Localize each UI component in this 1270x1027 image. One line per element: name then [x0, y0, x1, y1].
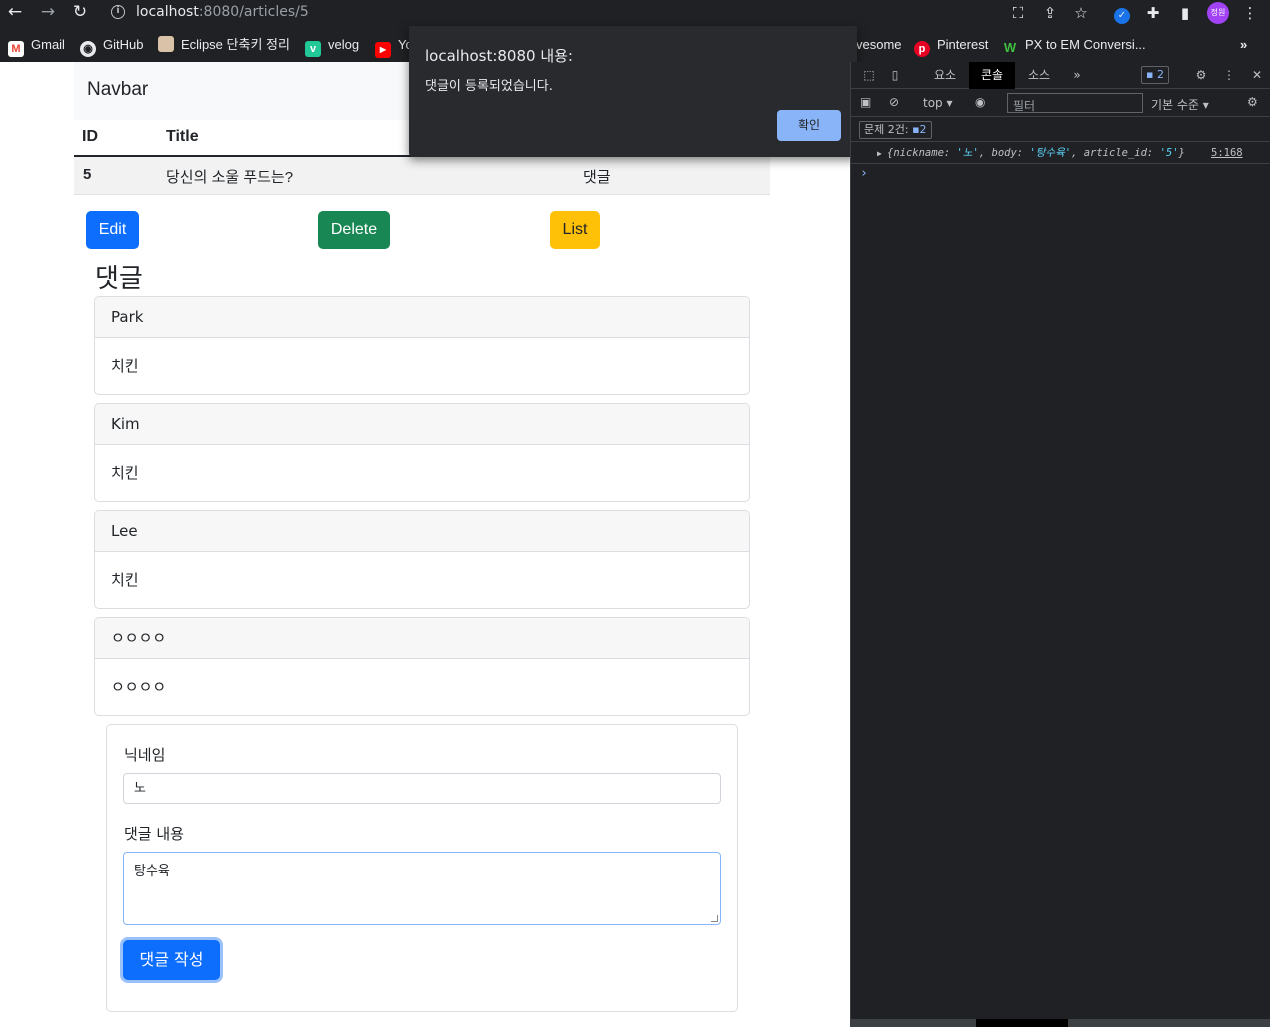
inspect-element-icon[interactable]: ⬚ — [859, 62, 879, 89]
comment-body: 치킨 — [111, 571, 139, 589]
submit-comment-button[interactable]: 댓글 작성 — [123, 940, 220, 980]
comment-nickname: ㅇㅇㅇㅇ — [95, 618, 749, 659]
tab-console[interactable]: 콘솔 — [969, 62, 1015, 89]
console-settings-gear-icon[interactable]: ⚙ — [1247, 95, 1258, 109]
console-filter-input[interactable]: 필터 — [1007, 93, 1143, 113]
comment-card: ㅇㅇㅇㅇ ㅇㅇㅇㅇ — [94, 617, 750, 716]
eclipse-icon — [158, 36, 174, 52]
youtube-icon: ▶ — [375, 42, 391, 58]
bookmark-github[interactable]: ◉ GitHub — [80, 35, 143, 57]
bookmark-fontawesome[interactable]: vesome — [856, 35, 902, 55]
table-row: 5 당신의 소울 푸드는? 댓글 — [74, 157, 770, 195]
body-label: 댓글 내용 — [124, 825, 184, 843]
context-select[interactable]: top ▾ — [923, 96, 953, 110]
extensions-puzzle-icon[interactable]: ✚ — [1143, 3, 1163, 23]
address-bar[interactable]: i localhost:8080/articles/5 — [103, 0, 1098, 24]
list-button[interactable]: List — [550, 211, 600, 249]
comment-card: Park 치킨 — [94, 296, 750, 395]
comment-card: Kim 치킨 — [94, 403, 750, 502]
close-devtools-icon[interactable]: ✕ — [1245, 62, 1269, 89]
bookmark-pinterest[interactable]: p Pinterest — [914, 35, 988, 57]
bookmark-eclipse[interactable]: Eclipse 단축키 정리 — [158, 35, 290, 55]
comment-body: 치킨 — [111, 357, 139, 375]
w-icon: W — [1003, 40, 1017, 55]
console-filter-placeholder: 필터 — [1013, 99, 1036, 113]
bookmark-youtube[interactable]: ▶ Yo — [375, 35, 413, 58]
comment-body: 치킨 — [111, 464, 139, 482]
issues-badge[interactable]: ▪ 2 — [1141, 66, 1169, 84]
site-info-icon[interactable]: i — [111, 5, 125, 19]
share-icon[interactable]: ⇪ — [1040, 3, 1060, 23]
gmail-icon: M — [8, 41, 24, 57]
delete-button[interactable]: Delete — [318, 211, 390, 249]
comment-form: 닉네임 노 댓글 내용 탕수육 댓글 작성 — [106, 724, 738, 1012]
resize-handle-icon[interactable] — [711, 915, 718, 922]
table-header-title: Title — [166, 128, 199, 145]
bookmark-px-to-em[interactable]: W PX to EM Conversi... — [1002, 35, 1146, 55]
console-log-entry[interactable]: ▶ {nickname: '노', body: '탕수육', article_i… — [851, 143, 1270, 164]
reload-icon[interactable]: ↻ — [69, 2, 91, 22]
issues-bar: 문제 2건: ▪2 — [851, 118, 1270, 142]
menu-kebab-icon[interactable]: ⋮ — [1240, 3, 1260, 23]
browser-toolbar: ← → ↻ i localhost:8080/articles/5 ⛶ ⇪ ☆ … — [0, 0, 1270, 26]
edit-button[interactable]: Edit — [86, 211, 139, 249]
issues-count-button[interactable]: 문제 2건: ▪2 — [859, 121, 932, 139]
bookmark-gmail[interactable]: M Gmail — [8, 35, 65, 57]
comment-body: ㅇㅇㅇㅇ — [111, 678, 167, 696]
comments-heading: 댓글 — [95, 264, 143, 294]
device-toolbar-icon[interactable]: ▯ — [885, 62, 905, 89]
github-icon: ◉ — [80, 41, 96, 57]
url-host: localhost — [136, 4, 199, 20]
star-icon[interactable]: ☆ — [1071, 3, 1091, 23]
clear-console-icon[interactable]: ⊘ — [889, 95, 899, 109]
page-viewport: Navbar ID Title 5 당신의 소울 푸드는? 댓글 Edit De… — [0, 62, 850, 1027]
bookmarks-bar-right: vesome p Pinterest W PX to EM Conversi... … — [850, 26, 1270, 62]
dialog-ok-button[interactable]: 확인 — [777, 110, 841, 141]
back-icon[interactable]: ← — [4, 2, 26, 22]
bookmark-velog[interactable]: v velog — [305, 35, 359, 57]
more-tabs-icon[interactable]: » — [1067, 62, 1087, 89]
alert-dialog: localhost:8080 내용: 댓글이 등록되었습니다. 확인 — [409, 26, 857, 157]
pinterest-icon: p — [914, 41, 930, 57]
console-toolbar: ▣ ⊘ top ▾ ◉ 필터 기본 수준 ▾ ⚙ — [851, 90, 1270, 117]
nickname-label: 닉네임 — [124, 746, 166, 764]
comment-nickname: Park — [95, 297, 749, 338]
live-expression-eye-icon[interactable]: ◉ — [975, 95, 985, 109]
translate-icon[interactable]: ⛶ — [1008, 3, 1028, 23]
table-header-id: ID — [82, 128, 98, 145]
expand-triangle-icon[interactable]: ▶ — [877, 143, 882, 164]
log-levels-select[interactable]: 기본 수준 ▾ — [1151, 96, 1209, 113]
comment-nickname: Kim — [95, 404, 749, 445]
comment-nickname: Lee — [95, 511, 749, 552]
console-prompt[interactable]: › — [860, 166, 868, 181]
dialog-message: 댓글이 등록되었습니다. — [425, 79, 553, 94]
sidebar-toggle-icon[interactable]: ▣ — [860, 95, 871, 109]
cell-id: 5 — [83, 166, 92, 183]
devtools-panel: ⬚ ▯ 요소 콘솔 소스 » ▪ 2 ⚙ ⋮ ✕ ▣ ⊘ top ▾ ◉ 필터 … — [850, 62, 1270, 1027]
comment-body-textarea[interactable]: 탕수육 — [123, 852, 721, 925]
avatar[interactable]: 정원 — [1207, 2, 1229, 24]
tab-sources[interactable]: 소스 — [1019, 62, 1059, 89]
comment-body-value: 탕수육 — [134, 864, 170, 879]
forward-icon[interactable]: → — [37, 2, 59, 22]
url-path: :8080/articles/5 — [198, 4, 309, 20]
devtools-menu-icon[interactable]: ⋮ — [1217, 62, 1241, 89]
devtools-tabs: ⬚ ▯ 요소 콘솔 소스 » ▪ 2 ⚙ ⋮ ✕ — [851, 62, 1270, 89]
devtools-drawer-bar — [851, 1019, 1270, 1027]
side-panel-icon[interactable]: ▮ — [1175, 3, 1195, 23]
message-icon: ▪ — [912, 123, 920, 136]
cell-content: 댓글 — [583, 169, 611, 186]
nickname-input[interactable]: 노 — [123, 773, 721, 804]
tab-elements[interactable]: 요소 — [925, 62, 965, 89]
velog-icon: v — [305, 41, 321, 57]
extension-check-icon[interactable]: ✓ — [1112, 3, 1132, 24]
navbar-brand[interactable]: Navbar — [87, 79, 148, 101]
bookmarks-more-icon[interactable]: » — [1240, 35, 1247, 55]
settings-gear-icon[interactable]: ⚙ — [1189, 62, 1213, 89]
comment-card: Lee 치킨 — [94, 510, 750, 609]
dialog-title: localhost:8080 내용: — [425, 47, 573, 65]
cell-title: 당신의 소울 푸드는? — [166, 169, 294, 186]
message-icon: ▪ — [1146, 68, 1154, 81]
log-source-link[interactable]: 5:168 — [1211, 143, 1243, 164]
